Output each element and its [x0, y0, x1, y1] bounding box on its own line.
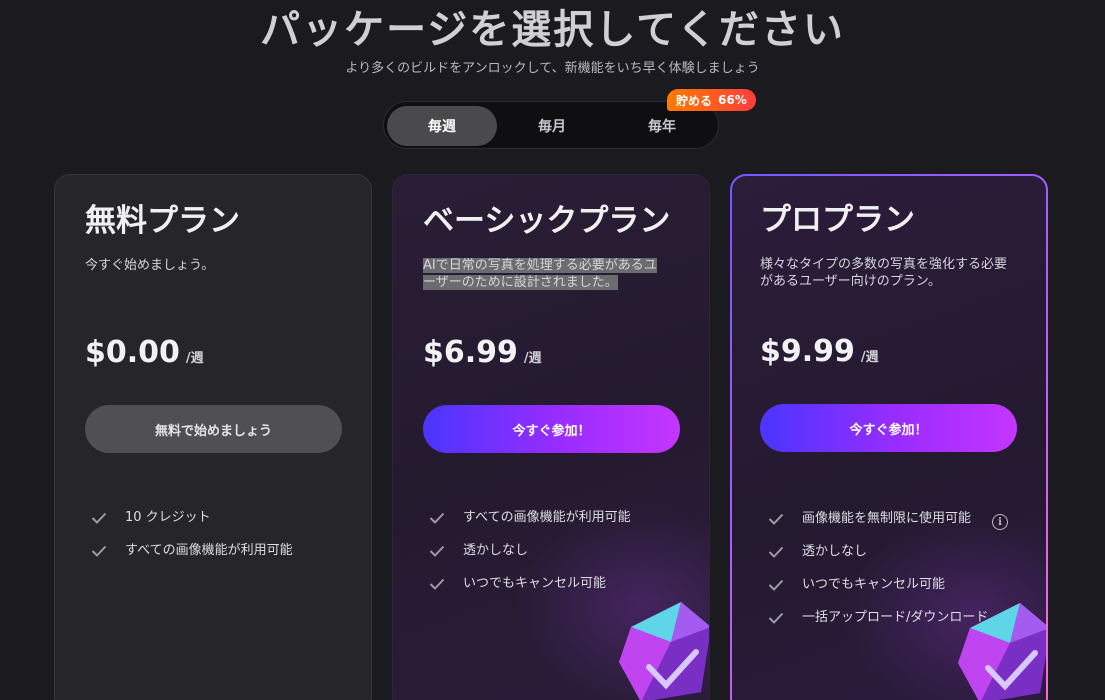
feature-item: いつでもキャンセル可能 [768, 576, 983, 593]
join-now-button[interactable]: 今すぐ参加！ [423, 405, 680, 453]
feature-label: いつでもキャンセル可能 [802, 577, 946, 592]
feature-label: 透かしなし [463, 543, 529, 558]
info-icon[interactable]: i [992, 514, 1008, 530]
plan-description-line: AIで日常の写真を処理する必要があるユ [423, 258, 657, 273]
billing-option-yearly[interactable]: 毎年 [607, 106, 717, 146]
feature-label: 10 クレジット [125, 510, 211, 525]
check-icon [91, 542, 109, 559]
feature-list: 10 クレジット すべての画像機能が利用可能 [91, 509, 351, 575]
check-icon [429, 575, 447, 592]
page-subtitle: より多くのビルドをアンロックして、新機能をいち早く体験しましょう [345, 61, 760, 76]
feature-item: 10 クレジット [91, 509, 351, 526]
check-icon [768, 510, 786, 527]
check-icon [91, 509, 109, 526]
plan-card-free: 無料プラン 今すぐ始めましょう。 $0.00 /週 無料で始めましょう 10 ク… [54, 174, 372, 700]
feature-item: 透かしなし [429, 542, 689, 559]
price-unit: /週 [185, 351, 204, 366]
plan-description: AIで日常の写真を処理する必要があるユ ーザーのために設計されました。 [423, 257, 685, 291]
plan-card-basic: ベーシックプラン AIで日常の写真を処理する必要があるユ ーザーのために設計され… [392, 174, 710, 700]
check-icon [768, 576, 786, 593]
feature-label: すべての画像機能が利用可能 [463, 510, 631, 525]
feature-item: すべての画像機能が利用可能 [91, 542, 351, 559]
plan-price: $0.00 /週 [85, 335, 204, 370]
start-free-button[interactable]: 無料で始めましょう [85, 405, 342, 453]
check-icon [429, 542, 447, 559]
price-unit: /週 [860, 350, 879, 365]
plan-description: 様々なタイプの多数の写真を強化する必要があるユーザー向けのプラン。 [760, 257, 1008, 289]
plan-name: プロプラン [760, 202, 915, 238]
check-icon [768, 609, 786, 626]
check-icon [768, 543, 786, 560]
billing-option-weekly[interactable]: 毎週 [387, 106, 497, 146]
gem-icon [619, 602, 709, 700]
gem-icon [958, 603, 1046, 700]
plan-description-line: ーザーのために設計されました。 [423, 275, 618, 290]
feature-item: 透かしなし [768, 543, 983, 560]
plan-card-pro: プロプラン 様々なタイプの多数の写真を強化する必要があるユーザー向けのプラン。 … [730, 174, 1048, 700]
price-unit: /週 [523, 351, 542, 366]
savings-badge-label: 貯める [676, 93, 713, 108]
check-icon [429, 509, 447, 526]
feature-item: すべての画像機能が利用可能 [429, 509, 689, 526]
plan-price: $9.99 /週 [760, 334, 879, 369]
feature-label: 透かしなし [802, 544, 868, 559]
billing-option-monthly[interactable]: 毎月 [497, 106, 607, 146]
feature-label: 画像機能を無制限に使用可能 [802, 511, 972, 526]
plan-price: $6.99 /週 [423, 335, 542, 370]
savings-badge-percent: 66% [718, 93, 747, 107]
feature-list: すべての画像機能が利用可能 透かしなし いつでもキャンセル可能 [429, 509, 689, 608]
savings-badge: 貯める 66% [667, 89, 756, 111]
feature-item: いつでもキャンセル可能 [429, 575, 689, 592]
feature-label: いつでもキャンセル可能 [463, 576, 607, 591]
page-title: パッケージを選択してください [260, 7, 845, 53]
join-now-button[interactable]: 今すぐ参加！ [760, 404, 1017, 452]
plan-description: 今すぐ始めましょう。 [85, 258, 215, 273]
price-amount: $9.99 [760, 334, 855, 369]
price-amount: $6.99 [423, 335, 518, 370]
feature-item: 画像機能を無制限に使用可能 [768, 510, 983, 527]
plan-name: 無料プラン [85, 203, 240, 239]
price-amount: $0.00 [85, 335, 180, 370]
feature-label: すべての画像機能が利用可能 [125, 543, 293, 558]
plan-name: ベーシックプラン [423, 203, 671, 239]
